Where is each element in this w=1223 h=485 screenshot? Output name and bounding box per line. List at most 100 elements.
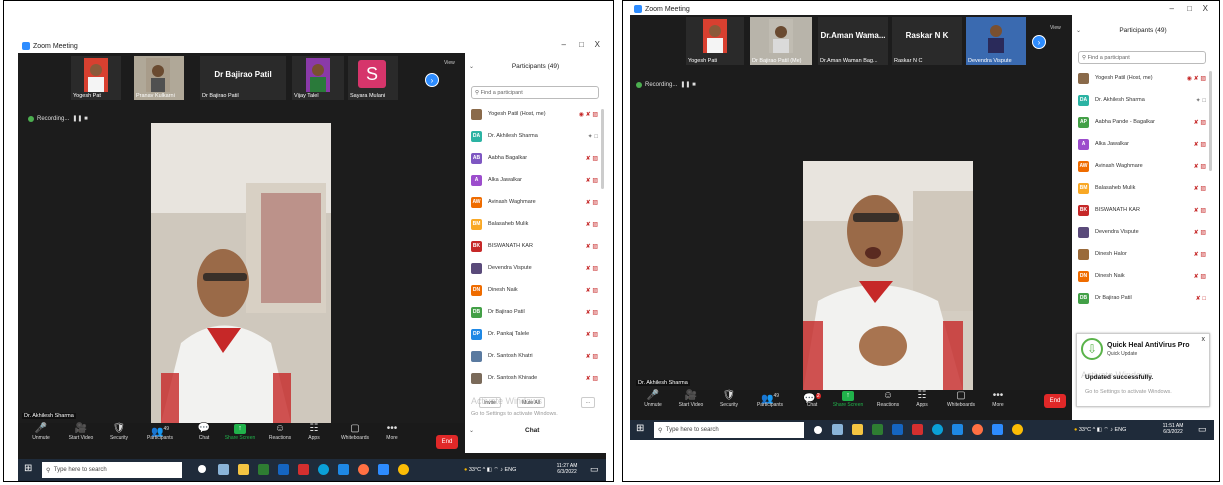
share-screen-button[interactable]: ↑ Share Screen	[222, 423, 258, 441]
start-video-button[interactable]: 🎥 Start Video	[64, 423, 98, 441]
participant-row[interactable]: Dinesh Halor ✘ ▨	[1072, 245, 1214, 263]
next-page-arrow-icon[interactable]: ›	[425, 73, 439, 87]
mic-video-status-icon[interactable]: ✘ ▨	[586, 265, 598, 272]
mic-video-status-icon[interactable]: ✘ ▨	[1194, 119, 1206, 126]
pdf-icon[interactable]	[912, 424, 923, 435]
more-options-button[interactable]: ...	[581, 397, 595, 408]
mic-video-status-icon[interactable]: ✘ ▨	[1194, 163, 1206, 170]
thumbnail-tile[interactable]: Vijay Talel	[292, 56, 344, 100]
mic-video-status-icon[interactable]: ✦ □	[588, 133, 598, 140]
participants-button[interactable]: 👥49 Participants	[752, 390, 788, 408]
mic-video-status-icon[interactable]: ✘ ▨	[586, 243, 598, 250]
minimize-button[interactable]: –	[562, 40, 566, 49]
file-explorer-icon[interactable]	[852, 424, 863, 435]
unmute-button[interactable]: 🎤 Unmute	[636, 390, 670, 408]
mic-video-status-icon[interactable]: ✘ ▨	[586, 375, 598, 382]
participant-row[interactable]: AB Aabha Bagalkar ✘ ▨	[465, 149, 606, 167]
mic-video-status-icon[interactable]: ✘ ▨	[586, 199, 598, 206]
mic-video-status-icon[interactable]: ✘ ▨	[1194, 273, 1206, 280]
mic-video-status-icon[interactable]: ✘ ▨	[1194, 207, 1206, 214]
security-button[interactable]: 🛡 Security	[714, 390, 744, 408]
mic-video-status-icon[interactable]: ✘ ▨	[1194, 185, 1206, 192]
reactions-button[interactable]: ☺ Reactions	[872, 390, 904, 408]
notifications-icon[interactable]: ▭	[590, 464, 599, 475]
windows-start-icon[interactable]: ⊞	[636, 423, 644, 434]
pdf-icon[interactable]	[298, 464, 309, 475]
mic-video-status-icon[interactable]: ✘ ▨	[586, 155, 598, 162]
participant-row[interactable]: Dr. Santosh Khirade ✘ ▨	[465, 369, 606, 387]
view-button[interactable]: View	[1050, 25, 1061, 31]
participant-row[interactable]: Devendra Vispute ✘ ▨	[1072, 223, 1214, 241]
word-icon[interactable]	[952, 424, 963, 435]
edge-icon[interactable]	[318, 464, 329, 475]
participant-row[interactable]: DB Dr Bajirao Patil ✘ □	[1072, 289, 1214, 307]
firefox-icon[interactable]	[358, 464, 369, 475]
start-video-button[interactable]: 🎥 Start Video	[674, 390, 708, 408]
reactions-button[interactable]: ☺ Reactions	[264, 423, 296, 441]
mic-video-status-icon[interactable]: ✘ ▨	[586, 309, 598, 316]
view-button[interactable]: View	[444, 60, 455, 66]
cortana-icon[interactable]	[198, 465, 206, 473]
participant-search-input[interactable]: ⚲ Find a participant	[471, 86, 599, 99]
participant-row[interactable]: BM Balasaheb Mulik ✘ ▨	[1072, 179, 1214, 197]
participants-button[interactable]: 👥49 Participants	[142, 423, 178, 441]
mic-video-status-icon[interactable]: ✘ ▨	[586, 353, 598, 360]
thumbnail-tile[interactable]: S Sayara Mulani	[348, 56, 398, 100]
zoom-taskbar-icon[interactable]	[992, 424, 1003, 435]
chat-button[interactable]: 💬 Chat	[192, 423, 216, 441]
participant-row[interactable]: Dr. Santosh Khatri ✘ ▨	[465, 347, 606, 365]
mic-video-status-icon[interactable]: ✘ ▨	[586, 177, 598, 184]
taskbar-search-input[interactable]: ⚲ Type here to search	[654, 422, 804, 438]
thumbnail-tile[interactable]: Yogesh Pat	[71, 56, 121, 100]
edge-icon[interactable]	[932, 424, 943, 435]
more-button[interactable]: ••• More	[380, 423, 404, 441]
chrome-icon[interactable]	[398, 464, 409, 475]
chrome-icon[interactable]	[1012, 424, 1023, 435]
mic-video-status-icon[interactable]: ✘ ▨	[586, 221, 598, 228]
participant-row[interactable]: DN Dinesh Naik ✘ ▨	[465, 281, 606, 299]
whiteboards-button[interactable]: ▢ Whiteboards	[942, 390, 980, 408]
participant-row[interactable]: Yogesh Patil (Host, me) ◉ ✘ ▨	[1072, 69, 1214, 87]
thumbnail-tile[interactable]: Devendra Vispute	[966, 17, 1026, 65]
store-icon[interactable]	[872, 424, 883, 435]
participant-row[interactable]: A Alka Jawalkar ✘ ▨	[1072, 135, 1214, 153]
participant-row[interactable]: AP Aabha Pande - Bagalkar ✘ ▨	[1072, 113, 1214, 131]
firefox-icon[interactable]	[972, 424, 983, 435]
mic-video-status-icon[interactable]: ✦ □	[1196, 97, 1206, 104]
recording-indicator[interactable]: Recording... ❚❚ ■	[636, 81, 696, 88]
windows-start-icon[interactable]: ⊞	[24, 463, 32, 474]
close-button[interactable]: X	[1203, 4, 1208, 13]
mic-video-status-icon[interactable]: ✘ ▨	[586, 287, 598, 294]
participant-row[interactable]: Devendra Vispute ✘ ▨	[465, 259, 606, 277]
scrollbar[interactable]	[1209, 71, 1212, 171]
apps-button[interactable]: ☷ Apps	[302, 423, 326, 441]
task-view-icon[interactable]	[832, 424, 843, 435]
maximize-button[interactable]: □	[1187, 4, 1192, 13]
mail-icon[interactable]	[278, 464, 289, 475]
security-button[interactable]: 🛡 Security	[104, 423, 134, 441]
end-meeting-button[interactable]: End	[1044, 394, 1066, 408]
scrollbar[interactable]	[601, 109, 604, 189]
participant-row[interactable]: BK BISWANATH KAR ✘ ▨	[1072, 201, 1214, 219]
weather-readout[interactable]: ● 33°C ^ ◧ ⌔ ♪ ENG	[1074, 426, 1126, 433]
next-page-arrow-icon[interactable]: ›	[1032, 35, 1046, 49]
recording-indicator[interactable]: Recording... ❚❚ ■	[28, 115, 88, 122]
participant-row[interactable]: A Alka Jawalkar ✘ ▨	[465, 171, 606, 189]
participant-row[interactable]: DP Dr. Pankaj Talele ✘ ▨	[465, 325, 606, 343]
thumbnail-tile[interactable]: Pranav Kulkarni	[134, 56, 184, 100]
pause-stop-icons[interactable]: ❚❚ ■	[72, 115, 87, 122]
thumbnail-tile[interactable]: Raskar N K Raskar N C	[892, 17, 962, 65]
taskbar-clock[interactable]: 11:27 AM 6/3/2022	[550, 463, 584, 475]
thumbnail-tile[interactable]: Dr.Aman Wama... Dr.Aman Waman Bag...	[818, 17, 888, 65]
weather-readout[interactable]: ● 33°C ^ ◧ ⌔ ♪ ENG	[464, 466, 516, 473]
mic-video-status-icon[interactable]: ✘ ▨	[1194, 229, 1206, 236]
thumbnail-tile[interactable]: Yogesh Pati	[686, 17, 744, 65]
thumbnail-tile[interactable]: Dr Bajirao Patil Dr Bajirao Patil	[200, 56, 286, 100]
chat-button[interactable]: 💬2 Chat	[800, 390, 824, 408]
participant-row[interactable]: BK BISWANATH KAR ✘ ▨	[465, 237, 606, 255]
share-screen-button[interactable]: ↑ Share Screen	[830, 390, 866, 408]
pause-stop-icons[interactable]: ❚❚ ■	[680, 81, 695, 88]
mail-icon[interactable]	[892, 424, 903, 435]
apps-button[interactable]: ☷ Apps	[910, 390, 934, 408]
close-button[interactable]: X	[595, 40, 600, 49]
